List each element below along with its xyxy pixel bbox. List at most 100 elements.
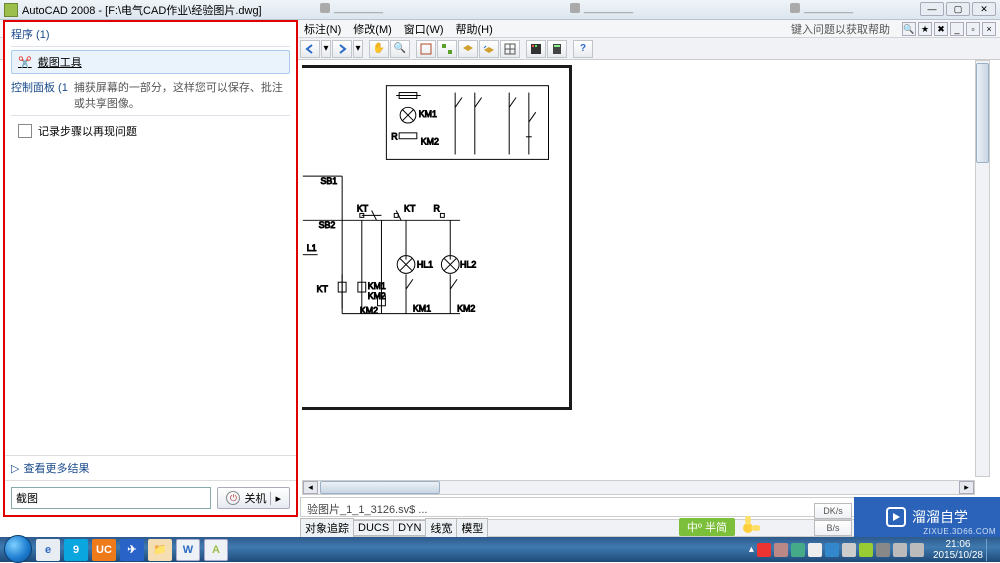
programs-section: 程序 (1) [5,22,296,44]
taskbar-clock[interactable]: 21:06 2015/10/28 [933,539,983,561]
tray-up-icon[interactable]: ▴ [749,544,754,555]
play-icon [886,507,906,527]
drawing-canvas[interactable]: KM1 R KM2 SB1 SB2 KT [302,60,990,477]
close-button[interactable]: ✕ [972,2,996,16]
result-snipping-tool[interactable]: ✂️ 截图工具 [11,50,290,74]
task-word[interactable]: W [176,539,200,561]
star-icon[interactable]: ★ [918,22,932,36]
taskbar: e 9 UC ✈ 📁 W A ▴ 21:06 2015/10/28 [0,537,1000,562]
menu-modify[interactable]: 修改(M) [349,21,396,37]
layer-icon[interactable] [458,40,478,58]
circuit-diagram: KM1 R KM2 SB1 SB2 KT [302,68,569,407]
svg-text:SB2: SB2 [319,220,336,230]
horizontal-scrollbar[interactable]: ◂ ▸ [302,480,975,495]
ime-indicator[interactable]: 中º 半简 [679,518,735,536]
upload-speed: B/s [814,520,852,536]
tab-model[interactable]: 模型 [456,518,488,538]
properties-icon[interactable] [416,40,436,58]
task-ie[interactable]: e [36,539,60,561]
vertical-scrollbar[interactable] [975,60,990,477]
tab-otrack[interactable]: 对象追踪 [300,518,354,538]
drawing-frame: KM1 R KM2 SB1 SB2 KT [302,65,572,410]
tool-palettes-icon[interactable] [526,40,546,58]
svg-text:KT: KT [317,284,329,294]
svg-text:KM1: KM1 [368,281,386,291]
table-icon[interactable] [500,40,520,58]
tray-icon-3[interactable] [791,543,805,557]
x-icon[interactable]: ✖ [934,22,948,36]
window-controls: — ▢ ✕ [920,2,996,16]
svg-text:KT: KT [357,203,369,213]
start-search-panel: 程序 (1) ✂️ 截图工具 控制面板 (1 捕获屏幕的一部分，这样您可以保存、… [3,20,298,517]
tray-icon-2[interactable] [774,543,788,557]
tab-ducs[interactable]: DUCS [353,520,394,536]
system-tray: ▴ 21:06 2015/10/28 [749,539,1000,561]
svg-text:KM2: KM2 [421,137,439,147]
result-psr-label: 记录步骤以再现问题 [38,123,137,139]
help-icon[interactable]: ? [573,40,593,58]
window-title: AutoCAD 2008 - [F:\电气CAD作业\经验图片.dwg] [22,2,262,18]
svg-text:R: R [434,203,440,213]
result-desc: 捕获屏幕的一部分，这样您可以保存、批注或共享图像。 [74,75,296,113]
titlebar: AutoCAD 2008 - [F:\电气CAD作业\经验图片.dwg] ___… [0,0,1000,20]
layer-prev-icon[interactable] [479,40,499,58]
tab-dyn[interactable]: DYN [393,520,426,536]
zoom-icon[interactable]: 🔍 [390,40,410,58]
undo-dropdown[interactable]: ▾ [321,40,331,58]
show-desktop-button[interactable] [986,539,994,561]
tray-icon-5[interactable] [842,543,856,557]
download-speed: DK/s [814,503,852,519]
svg-text:HL1: HL1 [417,259,433,269]
task-app2[interactable]: ✈ [120,539,144,561]
tray-network-icon[interactable] [876,543,890,557]
block-icon[interactable] [437,40,457,58]
help-search-hint[interactable]: 键入问题以获取帮助 [791,21,890,37]
tray-icon-8[interactable] [910,543,924,557]
search-icon[interactable]: 🔍 [902,22,916,36]
undo-icon[interactable] [300,40,320,58]
task-app1[interactable]: 9 [64,539,88,561]
scroll-left-icon[interactable]: ◂ [303,481,318,494]
task-uc[interactable]: UC [92,539,116,561]
svg-text:KM2: KM2 [457,304,475,314]
tray-icon-4[interactable] [825,543,839,557]
calc-icon[interactable] [547,40,567,58]
svg-text:KM1: KM1 [419,109,437,119]
task-autocad[interactable]: A [204,539,228,561]
pan-icon[interactable]: ✋ [369,40,389,58]
redo-icon[interactable] [332,40,352,58]
tray-icon-6[interactable] [859,543,873,557]
menu-window[interactable]: 窗口(W) [400,21,448,37]
minimize-button[interactable]: — [920,2,944,16]
app-restore-button[interactable]: ▫ [966,22,980,36]
result-label: 截图工具 [38,54,82,70]
svg-text:SB1: SB1 [321,176,338,186]
shutdown-arrow-icon[interactable]: ▸ [270,492,281,505]
blurred-tab-2: ________ [570,2,633,14]
task-explorer[interactable]: 📁 [148,539,172,561]
svg-text:L1: L1 [307,243,317,253]
blurred-tab-3: ________ [790,2,853,14]
start-button[interactable] [4,535,32,563]
search-input[interactable] [11,487,211,509]
tab-lwt[interactable]: 线宽 [425,518,457,538]
tray-icon-7[interactable] [893,543,907,557]
maximize-button[interactable]: ▢ [946,2,970,16]
app-close-button[interactable]: × [982,22,996,36]
scroll-right-icon[interactable]: ▸ [959,481,974,494]
svg-text:R: R [391,132,397,142]
shutdown-button[interactable]: ⏻ 关机 ▸ [217,487,290,509]
more-results-link[interactable]: ▷查看更多结果 [5,455,296,480]
watermark: 溜溜自学 ZIXUE.3D66.COM [854,497,1000,537]
menu-dimension[interactable]: 标注(N) [300,21,345,37]
tray-sogou-icon[interactable] [757,543,771,557]
watermark-url: ZIXUE.3D66.COM [923,527,996,536]
control-panel-section: 控制面板 (1 [5,75,74,97]
tray-volume-icon[interactable] [808,543,822,557]
menu-help[interactable]: 帮助(H) [452,21,497,37]
redo-dropdown[interactable]: ▾ [353,40,363,58]
watermark-text: 溜溜自学 [912,507,968,527]
app-minimize-button[interactable]: _ [950,22,964,36]
scroll-thumb[interactable] [320,481,440,494]
result-psr[interactable]: 记录步骤以再现问题 [11,119,290,143]
